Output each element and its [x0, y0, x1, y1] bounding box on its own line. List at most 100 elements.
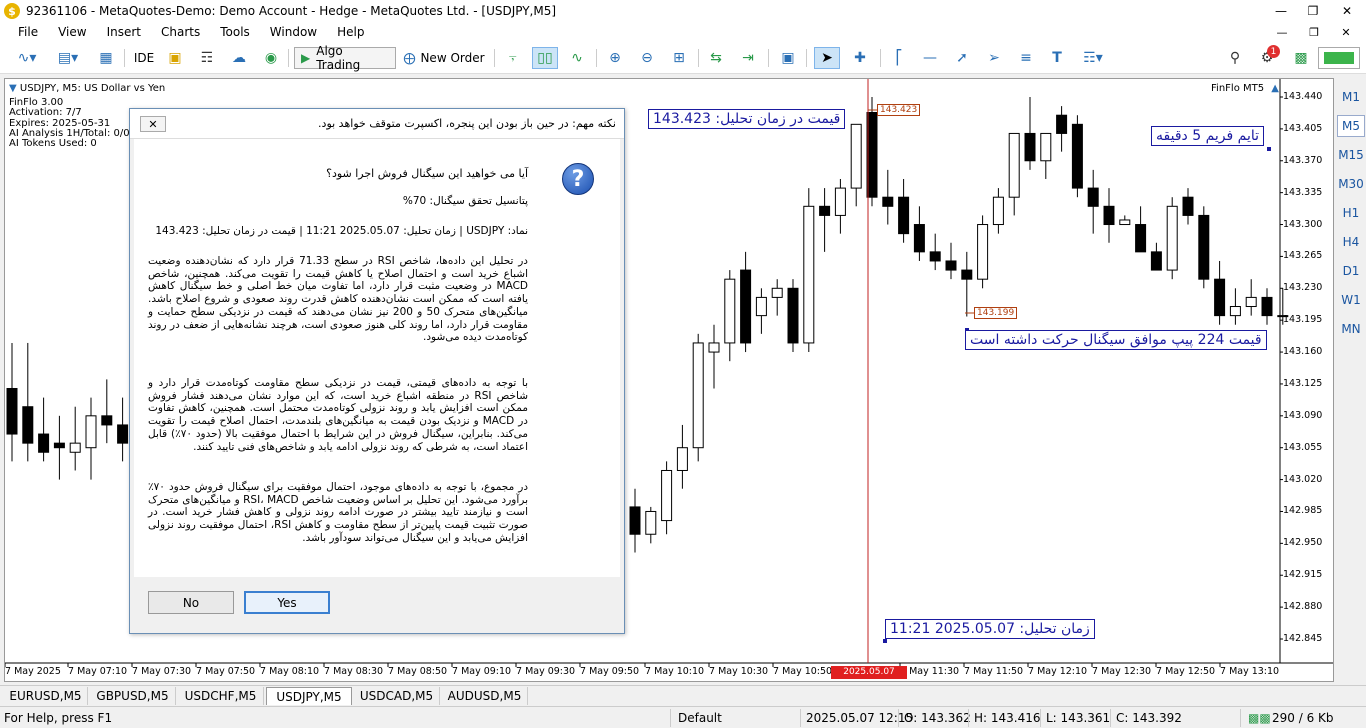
tab-gbpusd[interactable]: GBPUSD,M5	[90, 687, 176, 705]
tab-usdcad[interactable]: USDCAD,M5	[354, 687, 440, 705]
dialog-potential: پتانسیل تحقق سیگنال: 70%	[402, 195, 528, 207]
timeframe-m5[interactable]: M5	[1337, 115, 1365, 137]
algo-trading-button[interactable]: ▶ Algo Trading	[294, 44, 396, 72]
profiles-icon[interactable]: ▦	[96, 47, 116, 69]
scroll-chart-icon[interactable]: ⇆	[704, 47, 728, 69]
shapes-icon[interactable]: ☶▾	[1074, 47, 1112, 69]
cursor-icon[interactable]: ➤	[814, 47, 840, 69]
crosshair-icon[interactable]: ✚	[848, 47, 872, 69]
chart-tabs: EURUSD,M5 GBPUSD,M5 USDCHF,M5 USDJPY,M5 …	[0, 685, 1366, 705]
timeframe-bar: M1 M5 M15 M30 H1 H4 D1 W1 MN	[1335, 78, 1366, 682]
restore-button[interactable]: ❐	[1298, 0, 1328, 22]
time-label: 7 May 10:30	[709, 666, 769, 677]
analysis-paragraph-3: در مجموع، با توجه به داده‌های موجود، احت…	[148, 481, 528, 544]
chart-minimize-button[interactable]: —	[1270, 22, 1294, 42]
candle-bull	[661, 469, 673, 522]
dialog-question: آیا می خواهید این سیگنال فروش اجرا شود؟	[326, 167, 528, 180]
expert-brand: FinFlo MT5 ▲	[1211, 83, 1279, 94]
menu-charts[interactable]: Charts	[151, 25, 210, 39]
title-bar: $ 92361106 - MetaQuotes-Demo: Demo Accou…	[0, 0, 1366, 22]
timeframe-m30[interactable]: M30	[1337, 173, 1365, 195]
tab-usdjpy[interactable]: USDJPY,M5	[266, 687, 352, 705]
chart-menu-icon[interactable]: ▼	[9, 83, 17, 94]
close-window-button[interactable]: ✕	[1332, 0, 1362, 22]
chart-close-button[interactable]: ✕	[1334, 22, 1358, 42]
notifications-icon[interactable]: ⚙ 1	[1254, 45, 1280, 69]
dialog-close-button[interactable]: ✕	[140, 116, 166, 132]
tile-windows-icon[interactable]: ⊞	[668, 47, 690, 69]
templates-icon[interactable]: ▤▾	[50, 47, 86, 69]
no-button[interactable]: No	[148, 591, 234, 614]
search-icon[interactable]: ⚲	[1224, 47, 1246, 69]
price-label: 143.440	[1283, 91, 1323, 102]
timeframe-h4[interactable]: H4	[1337, 231, 1365, 253]
candle-bear	[1214, 278, 1226, 317]
annotation-analysis-price[interactable]: قیمت در زمان تحلیل: 143.423	[648, 109, 846, 129]
zoom-in-icon[interactable]: ⊕	[604, 47, 626, 69]
candle-bear	[819, 205, 831, 216]
status-bar: For Help, press F1 Default 2025.05.07 12…	[0, 706, 1366, 728]
minimize-button[interactable]: —	[1266, 0, 1296, 22]
chart-shift-icon[interactable]: ⇥	[736, 47, 760, 69]
menu-file[interactable]: File	[8, 25, 48, 39]
annotation-timeframe[interactable]: تایم فریم 5 دقیقه	[1151, 126, 1265, 146]
candle-bull	[69, 442, 81, 453]
vps-icon[interactable]: ◉	[260, 47, 282, 69]
timeframe-m15[interactable]: M15	[1337, 144, 1365, 166]
annotation-analysis-time[interactable]: زمان تحلیل: 2025.05.07 11:21	[885, 619, 1095, 639]
yes-button[interactable]: Yes	[244, 591, 330, 614]
timeframe-mn[interactable]: MN	[1337, 318, 1365, 340]
candle-bear	[1071, 123, 1083, 189]
ide-button[interactable]: IDE	[130, 47, 158, 69]
timeframe-w1[interactable]: W1	[1337, 289, 1365, 311]
screenshot-icon[interactable]: ▣	[776, 47, 800, 69]
connection-status-icon[interactable]: ▩▩	[1248, 711, 1271, 725]
timeframe-m1[interactable]: M1	[1337, 86, 1365, 108]
timeframe-h1[interactable]: H1	[1337, 202, 1365, 224]
lock-icon[interactable]: ▣	[164, 47, 186, 69]
market-icon[interactable]: ☶	[196, 47, 218, 69]
candle-bear	[961, 269, 973, 280]
fibonacci-icon[interactable]: ≡	[1014, 47, 1038, 69]
vertical-line-icon[interactable]: ⎡	[888, 47, 910, 69]
cloud-icon[interactable]: ☁	[228, 47, 250, 69]
horizontal-line-icon[interactable]: —	[918, 47, 942, 69]
menu-tools[interactable]: Tools	[210, 25, 260, 39]
time-label: 7 May 10:10	[645, 666, 705, 677]
bar-chart-icon[interactable]: ⍪	[502, 47, 524, 69]
candle-bull	[850, 123, 862, 189]
price-label: 142.985	[1283, 505, 1323, 517]
tab-audusd[interactable]: AUDUSD,M5	[442, 687, 528, 705]
channel-icon[interactable]: ➢	[982, 47, 1006, 69]
candle-bear	[1135, 224, 1147, 253]
annotation-pip-move[interactable]: قیمت 224 پیپ موافق سیگنال حرکت داشته است	[965, 330, 1267, 350]
candle-bear	[1182, 196, 1194, 216]
time-label: 7 May 12:50	[1156, 666, 1216, 677]
candlestick-icon[interactable]: ▯▯	[532, 47, 558, 69]
candle-bear	[1056, 114, 1068, 134]
menu-insert[interactable]: Insert	[97, 25, 151, 39]
status-profile[interactable]: Default	[678, 711, 722, 725]
chart-restore-button[interactable]: ❐	[1302, 22, 1326, 42]
candle-bull	[992, 196, 1004, 226]
timeframe-d1[interactable]: D1	[1337, 260, 1365, 282]
text-tool-icon[interactable]: T	[1046, 47, 1068, 69]
time-label: 7 May 12:10	[1028, 666, 1088, 677]
price-label: 143.405	[1283, 122, 1323, 134]
trendline-icon[interactable]: ➚	[950, 47, 974, 69]
symbol-header: ▼ USDJPY, M5: US Dollar vs Yen	[9, 83, 166, 94]
status-help: For Help, press F1	[4, 711, 113, 725]
chart-type-icon[interactable]: ∿▾	[10, 47, 44, 69]
zoom-out-icon[interactable]: ⊖	[636, 47, 658, 69]
tab-usdchf[interactable]: USDCHF,M5	[178, 687, 264, 705]
menu-window[interactable]: Window	[260, 25, 327, 39]
tab-eurusd[interactable]: EURUSD,M5	[4, 687, 88, 705]
price-label: 143.125	[1283, 377, 1323, 389]
candle-bull	[1166, 205, 1178, 271]
menu-help[interactable]: Help	[327, 25, 374, 39]
candle-bear	[945, 260, 957, 271]
menu-view[interactable]: View	[48, 25, 96, 39]
new-order-button[interactable]: ⨁ New Order	[402, 47, 486, 69]
line-chart-icon[interactable]: ∿	[566, 47, 588, 69]
candle-bear	[1150, 251, 1162, 271]
